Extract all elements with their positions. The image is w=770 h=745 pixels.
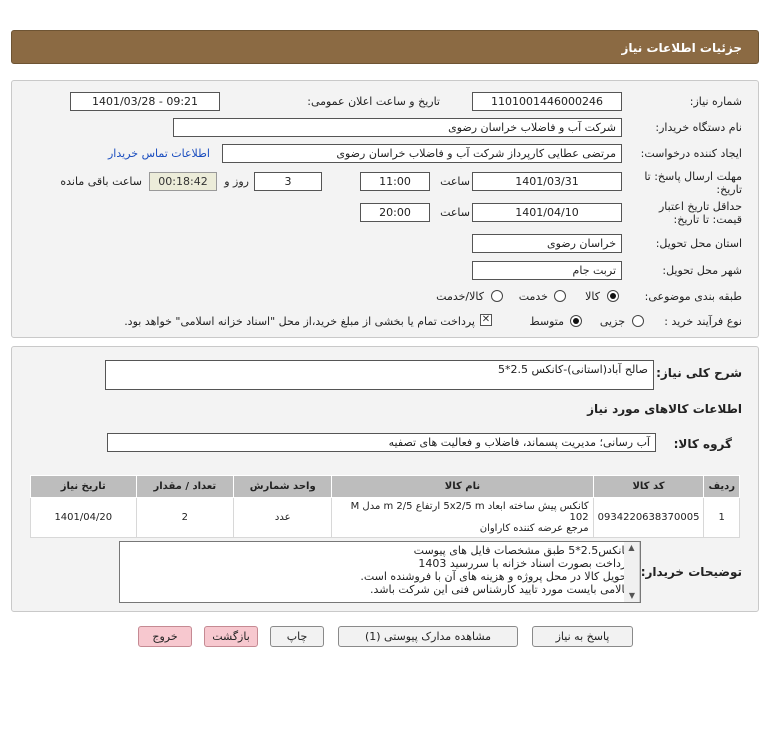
validity-date-field: 1401/04/10 [472,203,622,222]
buyer-org-field: شرکت آب و فاضلاب خراسان رضوی [173,118,622,137]
buyer-contact-link[interactable]: اطلاعات تماس خریدار [108,147,210,160]
category-goods-service-label: کالا/خدمت [436,290,484,303]
need-number-label: شماره نیاز: [689,95,742,108]
payment-note: پرداخت تمام یا بخشی از مبلغ خرید،از محل … [124,315,475,328]
category-service-radio[interactable] [554,290,566,302]
buyer-notes-box[interactable]: -کانکس2.5*5 طبق مشخصات فایل های پیوست -پ… [119,541,641,603]
cell-code: 0934220638370005 [592,497,705,538]
col-name: نام کالا [331,475,594,498]
city-field: تربت جام [472,261,622,280]
announce-label: تاریخ و ساعت اعلان عمومی: [307,95,440,108]
days-label: روز و [224,175,249,188]
days-field: 3 [254,172,322,191]
process-minor-label: جزیی [599,315,625,328]
validity-label: حداقل تاریخ اعتبار قیمت: تا تاریخ: [658,200,742,226]
scroll-up-icon[interactable]: ▲ [624,542,639,554]
process-medium-radio[interactable] [570,315,582,327]
notes-scrollbar[interactable]: ▲ ▼ [624,542,640,602]
note-line: -کانکس2.5*5 طبق مشخصات فایل های پیوست [413,544,634,557]
category-goods-radio[interactable] [607,290,619,302]
col-date: تاریخ نیاز [30,475,137,498]
validity-time-label: ساعت [440,206,470,219]
note-line: -پرداخت بصورت اسناد خزانه با سررسید 1403 [418,557,634,570]
need-number-field: 1101001446000246 [472,92,622,111]
goods-group-field: آب رسانی؛ مدیریت پسماند، فاضلاب و فعالیت… [107,433,656,452]
attachments-button[interactable]: مشاهده مدارک پیوستی (1) [338,626,518,647]
remaining-label: ساعت باقی مانده [60,175,142,188]
treasury-payment-checkbox[interactable]: ✕ [480,314,492,326]
buyer-org-label: نام دستگاه خریدار: [655,121,742,134]
items-table: ردیف کد کالا نام کالا واحد شمارش تعداد /… [30,475,740,538]
category-goods-label: کالا [585,290,600,303]
province-label: استان محل تحویل: [655,237,742,250]
cell-name-line1: کانکس پیش ساخته ابعاد 5x2/5 m ارتفاع 2/5… [350,501,589,523]
col-row: ردیف [703,475,740,498]
need-summary-label: شرح کلی نیاز: [656,366,742,380]
deadline-date-field: 1401/03/31 [472,172,622,191]
print-button[interactable]: چاپ [270,626,324,647]
items-table-header: ردیف کد کالا نام کالا واحد شمارش تعداد /… [30,475,740,498]
creator-field: مرتضی عطایی کارپرداز شرکت آب و فاضلاب خر… [222,144,622,163]
category-label: طبقه بندی موضوعی: [644,290,742,303]
cell-qty: 2 [135,497,235,538]
exit-button[interactable]: خروج [138,626,192,647]
announce-field: 1401/03/28 - 09:21 [70,92,220,111]
cell-date: 1401/04/20 [30,497,137,538]
deadline-label: مهلت ارسال پاسخ: تا تاریخ: [644,170,742,196]
cell-unit: عدد [233,497,333,538]
category-service-label: خدمت [518,290,548,303]
table-row[interactable]: 1 0934220638370005 کانکس پیش ساخته ابعاد… [30,497,740,538]
note-line: -کالامی بایست مورد تایید کارشناس فنی این… [370,583,634,596]
remaining-time-field: 00:18:42 [149,172,217,191]
process-minor-radio[interactable] [632,315,644,327]
cell-name: کانکس پیش ساخته ابعاد 5x2/5 m ارتفاع 2/5… [331,497,594,538]
page-title: جزئیات اطلاعات نیاز [621,41,742,55]
process-label: نوع فرآیند خرید : [664,315,742,328]
buyer-notes-label: توضیحات خریدار: [640,565,742,579]
note-line: -تحویل کالا در محل پروژه و هزینه های آن … [360,570,634,583]
validity-time-field: 20:00 [360,203,430,222]
deadline-time-field: 11:00 [360,172,430,191]
col-qty: تعداد / مقدار [135,475,235,498]
cell-name-line2: مرجع عرضه کننده کاراوان [479,523,589,534]
col-code: کد کالا [592,475,705,498]
page-header: جزئیات اطلاعات نیاز [11,30,759,64]
need-summary-field: صالح آباد(استانی)-کانکس 2.5*5 [105,360,654,390]
process-medium-label: متوسط [529,315,564,328]
respond-button[interactable]: پاسخ به نیاز [532,626,633,647]
back-button[interactable]: بازگشت [204,626,258,647]
city-label: شهر محل تحویل: [662,264,742,277]
category-goods-service-radio[interactable] [491,290,503,302]
col-unit: واحد شمارش [233,475,333,498]
goods-group-label: گروه کالا: [673,437,732,451]
deadline-time-label: ساعت [440,175,470,188]
items-title: اطلاعات کالاهای مورد نیاز [587,402,742,416]
province-field: خراسان رضوی [472,234,622,253]
scroll-down-icon[interactable]: ▼ [624,590,640,602]
creator-label: ایجاد کننده درخواست: [640,147,742,160]
cell-row: 1 [703,497,740,538]
